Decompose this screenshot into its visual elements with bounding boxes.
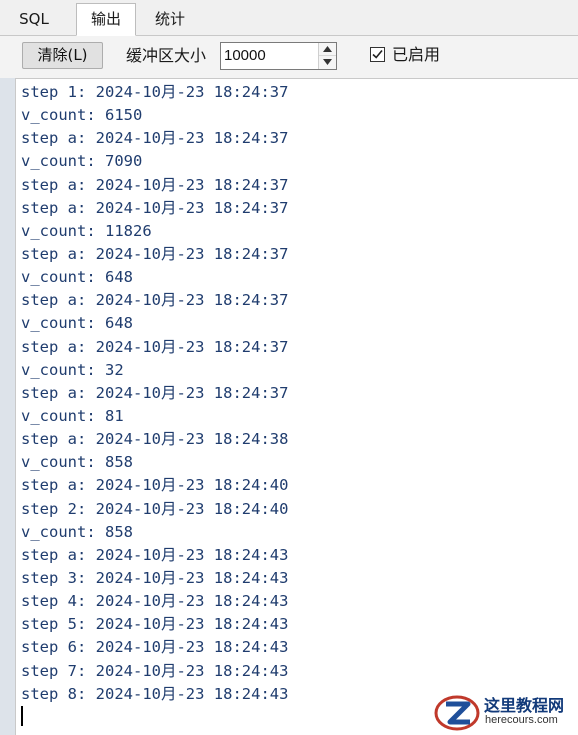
- output-line: step 6: 2024-10月-23 18:24:43: [21, 638, 289, 657]
- output-textarea[interactable]: step 1: 2024-10月-23 18:24:37 v_count: 615…: [15, 78, 578, 735]
- output-line: step a: 2024-10月-23 18:24:37: [21, 175, 289, 194]
- enabled-label: 已启用: [392, 45, 441, 64]
- tab-bar: SQL 输出 统计: [0, 0, 578, 36]
- output-window: SQL 输出 统计 清除(L) 缓冲区大小 10000 已启用 step 1:: [0, 0, 578, 735]
- text-caret: [21, 706, 23, 726]
- output-line: step a: 2024-10月-23 18:24:40: [21, 476, 289, 495]
- output-line: step 8: 2024-10月-23 18:24:43: [21, 684, 289, 703]
- output-line: v_count: 6150: [21, 106, 143, 125]
- enabled-checkbox[interactable]: [370, 47, 385, 62]
- chevron-down-icon: [323, 59, 332, 65]
- watermark-url: herecours.com: [485, 714, 558, 726]
- output-line: step 4: 2024-10月-23 18:24:43: [21, 592, 289, 611]
- buffer-size-value[interactable]: 10000: [224, 43, 266, 69]
- output-line: step a: 2024-10月-23 18:24:38: [21, 430, 289, 449]
- output-line: step 3: 2024-10月-23 18:24:43: [21, 568, 289, 587]
- output-line: step a: 2024-10月-23 18:24:37: [21, 337, 289, 356]
- output-line: step 5: 2024-10月-23 18:24:43: [21, 615, 289, 634]
- clear-button[interactable]: 清除(L): [22, 42, 103, 69]
- output-line: step a: 2024-10月-23 18:24:37: [21, 383, 289, 402]
- output-line: step 7: 2024-10月-23 18:24:43: [21, 661, 289, 680]
- output-line: step a: 2024-10月-23 18:24:37: [21, 129, 289, 148]
- chevron-up-icon: [323, 46, 332, 52]
- output-line: step 2: 2024-10月-23 18:24:40: [21, 499, 289, 518]
- output-line: step a: 2024-10月-23 18:24:43: [21, 545, 289, 564]
- tab-sql[interactable]: SQL: [8, 6, 60, 34]
- tab-output[interactable]: 输出: [76, 3, 136, 36]
- output-line: v_count: 858: [21, 522, 133, 541]
- tab-statistics[interactable]: 统计: [142, 6, 198, 34]
- buffer-size-label: 缓冲区大小: [126, 46, 207, 65]
- output-line: v_count: 81: [21, 406, 124, 425]
- watermark-title: 这里教程网: [484, 696, 565, 715]
- spin-up-button[interactable]: [319, 43, 336, 56]
- spin-down-button[interactable]: [319, 56, 336, 69]
- output-line: step a: 2024-10月-23 18:24:37: [21, 291, 289, 310]
- toolbar: 清除(L) 缓冲区大小 10000 已启用: [0, 36, 578, 78]
- z-logo-icon: [434, 695, 480, 731]
- output-lines: step 1: 2024-10月-23 18:24:37 v_count: 615…: [21, 81, 288, 706]
- output-line: v_count: 11826: [21, 221, 152, 240]
- output-line: step 1: 2024-10月-23 18:24:37: [21, 83, 289, 101]
- output-line: v_count: 32: [21, 360, 124, 379]
- buffer-size-stepper[interactable]: 10000: [220, 42, 337, 70]
- output-line: v_count: 7090: [21, 152, 143, 171]
- spin-buttons: [318, 43, 336, 69]
- output-line: v_count: 648: [21, 268, 133, 287]
- output-line: v_count: 648: [21, 314, 133, 333]
- check-icon: [372, 49, 383, 59]
- output-line: v_count: 858: [21, 453, 133, 472]
- watermark: 这里教程网 herecours.com: [432, 690, 578, 735]
- output-line: step a: 2024-10月-23 18:24:37: [21, 198, 289, 217]
- output-line: step a: 2024-10月-23 18:24:37: [21, 244, 289, 263]
